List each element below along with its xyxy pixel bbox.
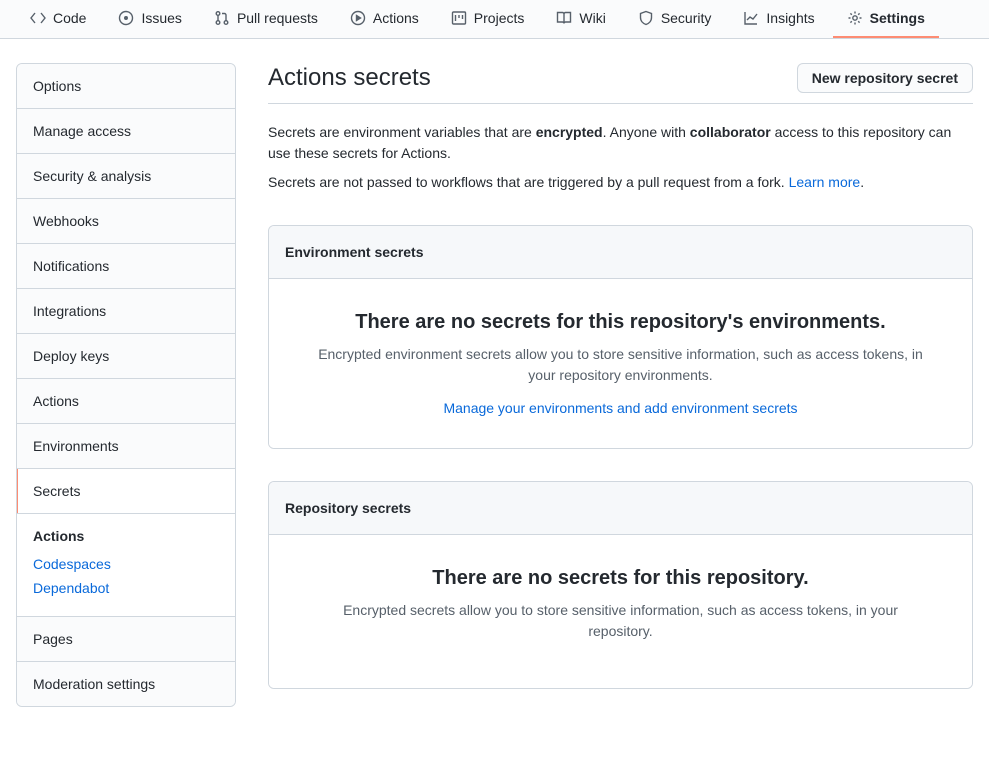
- tab-pull-requests[interactable]: Pull requests: [200, 0, 332, 38]
- empty-state-description: Encrypted environment secrets allow you …: [309, 344, 932, 386]
- learn-more-link[interactable]: Learn more: [789, 174, 861, 190]
- sidebar-sub-actions[interactable]: Actions: [33, 528, 219, 544]
- repo-tabs: Code Issues Pull requests Actions Projec…: [0, 0, 989, 39]
- panel-title: Environment secrets: [269, 226, 972, 279]
- tab-wiki[interactable]: Wiki: [542, 0, 619, 38]
- page-title: Actions secrets: [268, 64, 431, 92]
- sidebar-item-options[interactable]: Options: [17, 64, 235, 109]
- tab-label: Projects: [474, 10, 525, 26]
- issue-icon: [118, 10, 134, 26]
- play-icon: [350, 10, 366, 26]
- tab-insights[interactable]: Insights: [729, 0, 828, 38]
- sidebar-item-actions[interactable]: Actions: [17, 379, 235, 424]
- book-icon: [556, 10, 572, 26]
- repository-secrets-panel: Repository secrets There are no secrets …: [268, 481, 973, 689]
- panel-title: Repository secrets: [269, 482, 972, 535]
- intro-text-fragment: . Anyone with: [603, 124, 690, 140]
- manage-environments-link[interactable]: Manage your environments and add environ…: [443, 400, 797, 416]
- main-content: Actions secrets New repository secret Se…: [268, 63, 973, 707]
- gear-icon: [847, 10, 863, 26]
- tab-issues[interactable]: Issues: [104, 0, 195, 38]
- intro-text: Secrets are environment variables that a…: [268, 122, 973, 193]
- tab-settings[interactable]: Settings: [833, 0, 939, 38]
- sidebar-secrets-subgroup: Actions Codespaces Dependabot: [17, 514, 235, 617]
- shield-icon: [638, 10, 654, 26]
- tab-actions[interactable]: Actions: [336, 0, 433, 38]
- intro-text-fragment: .: [860, 174, 864, 190]
- tab-label: Security: [661, 10, 712, 26]
- settings-sidebar: Options Manage access Security & analysi…: [16, 63, 236, 707]
- sidebar-item-pages[interactable]: Pages: [17, 617, 235, 662]
- intro-collaborator: collaborator: [690, 124, 771, 140]
- sidebar-item-secrets[interactable]: Secrets: [17, 469, 235, 514]
- sidebar-item-moderation[interactable]: Moderation settings: [17, 662, 235, 706]
- tab-projects[interactable]: Projects: [437, 0, 539, 38]
- empty-state-title: There are no secrets for this repository…: [309, 311, 932, 334]
- sidebar-item-notifications[interactable]: Notifications: [17, 244, 235, 289]
- intro-text-fragment: Secrets are not passed to workflows that…: [268, 174, 789, 190]
- page-header: Actions secrets New repository secret: [268, 63, 973, 104]
- sidebar-item-manage-access[interactable]: Manage access: [17, 109, 235, 154]
- sidebar-item-deploy-keys[interactable]: Deploy keys: [17, 334, 235, 379]
- sidebar-item-environments[interactable]: Environments: [17, 424, 235, 469]
- environment-secrets-panel: Environment secrets There are no secrets…: [268, 225, 973, 449]
- tab-code[interactable]: Code: [16, 0, 100, 38]
- tab-label: Issues: [141, 10, 181, 26]
- sidebar-item-security-analysis[interactable]: Security & analysis: [17, 154, 235, 199]
- intro-encrypted: encrypted: [536, 124, 603, 140]
- sidebar-item-webhooks[interactable]: Webhooks: [17, 199, 235, 244]
- tab-label: Wiki: [579, 10, 605, 26]
- tab-label: Code: [53, 10, 86, 26]
- tab-label: Actions: [373, 10, 419, 26]
- code-icon: [30, 10, 46, 26]
- graph-icon: [743, 10, 759, 26]
- sidebar-sub-dependabot[interactable]: Dependabot: [33, 576, 219, 600]
- sidebar-sub-codespaces[interactable]: Codespaces: [33, 552, 219, 576]
- pull-request-icon: [214, 10, 230, 26]
- project-icon: [451, 10, 467, 26]
- tab-label: Insights: [766, 10, 814, 26]
- new-repository-secret-button[interactable]: New repository secret: [797, 63, 973, 93]
- sidebar-item-integrations[interactable]: Integrations: [17, 289, 235, 334]
- intro-text-fragment: Secrets are environment variables that a…: [268, 124, 536, 140]
- tab-security[interactable]: Security: [624, 0, 726, 38]
- tab-label: Pull requests: [237, 10, 318, 26]
- empty-state-title: There are no secrets for this repository…: [309, 567, 932, 590]
- tab-label: Settings: [870, 10, 925, 26]
- empty-state-description: Encrypted secrets allow you to store sen…: [309, 600, 932, 642]
